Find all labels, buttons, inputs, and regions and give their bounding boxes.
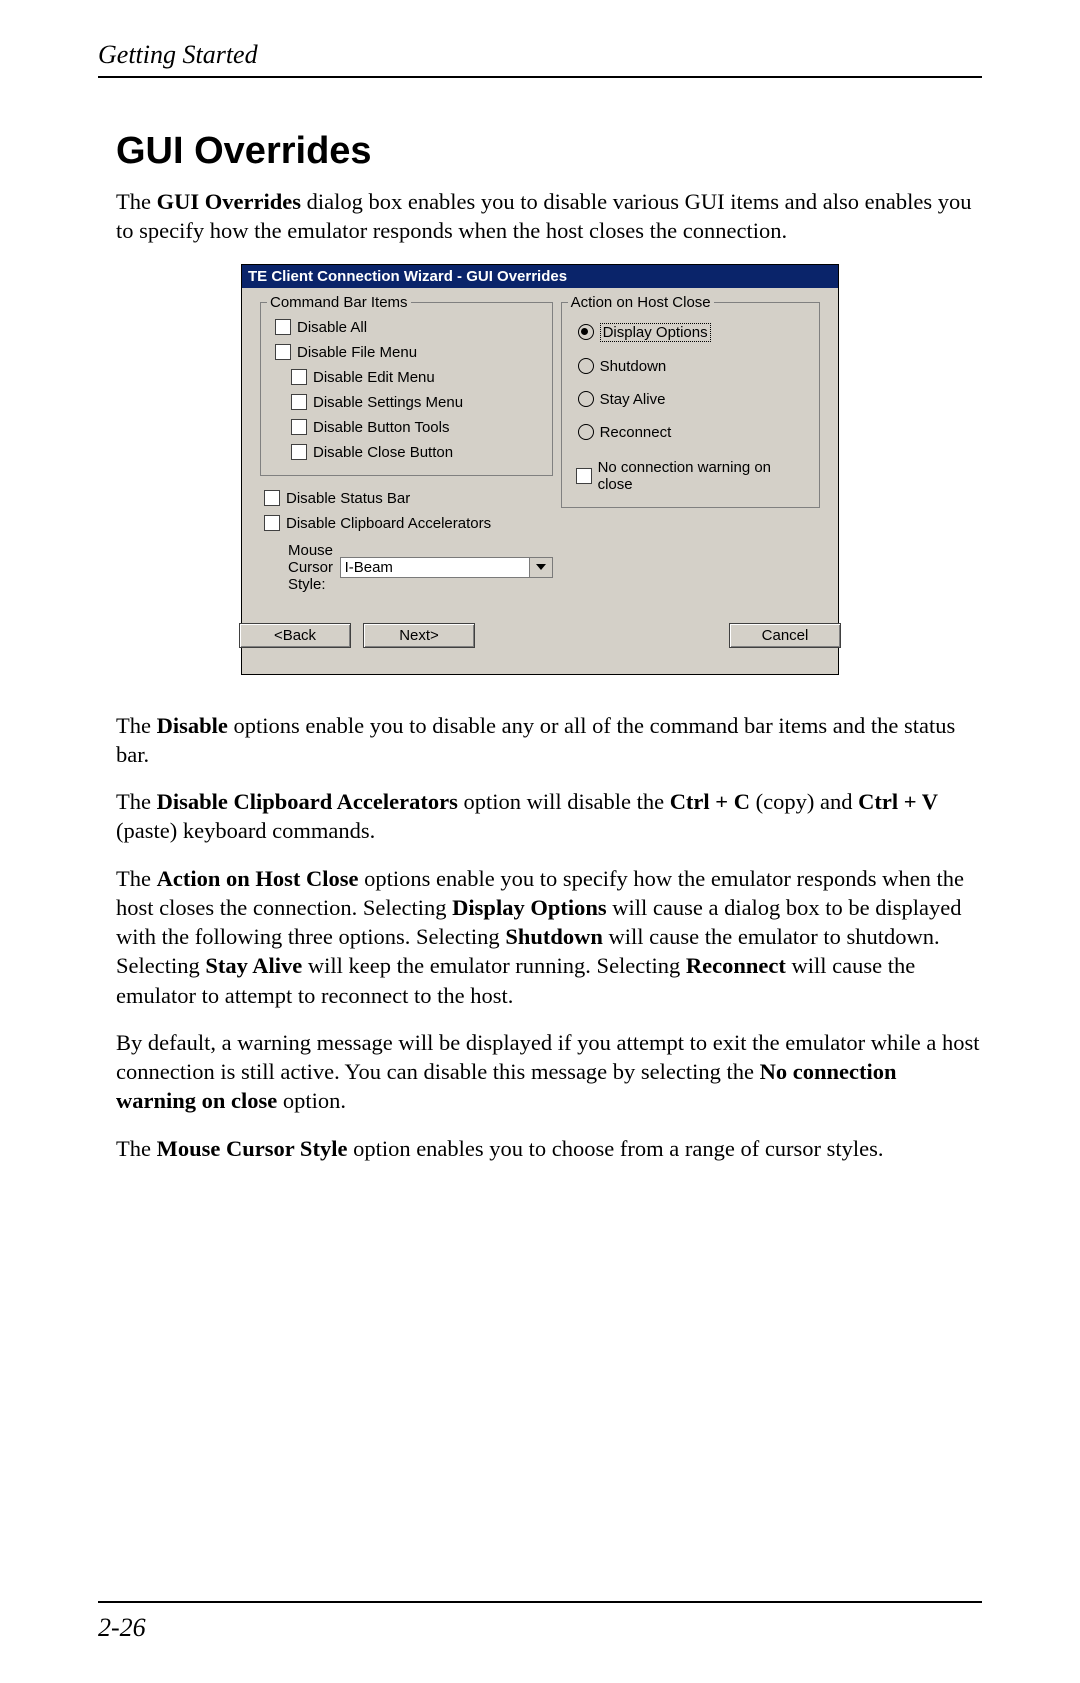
dialog-titlebar: TE Client Connection Wizard - GUI Overri…: [242, 265, 838, 288]
group-action-on-host-close: Action on Host Close Display Options Shu…: [561, 302, 820, 508]
cancel-button[interactable]: Cancel: [729, 623, 841, 648]
radio-label: Stay Alive: [600, 391, 666, 408]
mouse-cursor-style-combo[interactable]: I-Beam: [340, 557, 553, 578]
text: The: [116, 713, 157, 738]
text: option.: [277, 1088, 346, 1113]
text-bold: Shutdown: [505, 924, 603, 949]
radio-stay-alive[interactable]: Stay Alive: [572, 383, 809, 416]
text: option enables you to choose from a rang…: [347, 1136, 883, 1161]
mouse-cursor-style-row: Mouse Cursor Style: I-Beam: [288, 542, 553, 593]
section-title: GUI Overrides: [116, 130, 982, 173]
radio-icon: [578, 391, 594, 407]
footer-rule: [98, 1601, 982, 1603]
combo-value: I-Beam: [340, 557, 530, 578]
text-bold: Reconnect: [686, 953, 786, 978]
checkbox-label: Disable Close Button: [313, 444, 453, 461]
checkbox-disable-clipboard-accelerators[interactable]: Disable Clipboard Accelerators: [260, 511, 553, 536]
text-bold: Disable Clipboard Accelerators: [157, 789, 458, 814]
checkbox-disable-button-tools[interactable]: Disable Button Tools: [271, 415, 542, 440]
text-bold: Mouse Cursor Style: [157, 1136, 348, 1161]
mouse-cursor-style-label: Mouse Cursor Style:: [288, 542, 334, 593]
radio-icon: [578, 324, 594, 340]
dialog-body: Command Bar Items Disable All Disable Fi…: [242, 288, 838, 674]
checkbox-label: No connection warning on close: [598, 459, 809, 493]
body-paragraph: The Disable options enable you to disabl…: [116, 711, 982, 770]
checkbox-no-connection-warning[interactable]: No connection warning on close: [572, 449, 809, 497]
wizard-button-row: <Back Next> Cancel: [260, 599, 820, 666]
text-bold: Display Options: [452, 895, 606, 920]
next-button[interactable]: Next>: [363, 623, 475, 648]
text-bold: GUI Overrides: [157, 189, 301, 214]
group-command-bar-items: Command Bar Items Disable All Disable Fi…: [260, 302, 553, 476]
checkbox-disable-edit-menu[interactable]: Disable Edit Menu: [271, 365, 542, 390]
radio-label: Reconnect: [600, 424, 672, 441]
radio-label: Display Options: [600, 323, 711, 342]
page-number: 2-26: [98, 1613, 982, 1643]
checkbox-icon: [275, 319, 291, 335]
gui-overrides-dialog: TE Client Connection Wizard - GUI Overri…: [241, 264, 839, 675]
checkbox-label: Disable File Menu: [297, 344, 417, 361]
text-bold: Stay Alive: [205, 953, 302, 978]
checkbox-disable-file-menu[interactable]: Disable File Menu: [271, 340, 542, 365]
text: options enable you to disable any or all…: [116, 713, 955, 767]
checkbox-label: Disable Status Bar: [286, 490, 410, 507]
running-header: Getting Started: [98, 40, 982, 70]
header-rule: [98, 76, 982, 78]
group-legend: Command Bar Items: [267, 294, 411, 311]
chevron-down-icon: [536, 564, 546, 570]
text-bold: Ctrl + V: [858, 789, 938, 814]
text: will keep the emulator running. Selectin…: [302, 953, 686, 978]
checkbox-icon: [291, 444, 307, 460]
checkbox-icon: [576, 468, 592, 484]
back-button[interactable]: <Back: [239, 623, 351, 648]
text: (paste) keyboard commands.: [116, 818, 375, 843]
checkbox-label: Disable Settings Menu: [313, 394, 463, 411]
checkbox-disable-close-button[interactable]: Disable Close Button: [271, 440, 542, 465]
text-bold: Ctrl + C: [670, 789, 750, 814]
checkbox-label: Disable Button Tools: [313, 419, 449, 436]
checkbox-label: Disable Edit Menu: [313, 369, 435, 386]
radio-icon: [578, 424, 594, 440]
text: option will disable the: [458, 789, 670, 814]
group-legend: Action on Host Close: [568, 294, 714, 311]
body-paragraph: The Action on Host Close options enable …: [116, 864, 982, 1010]
text-bold: Action on Host Close: [157, 866, 359, 891]
intro-paragraph: The GUI Overrides dialog box enables you…: [116, 187, 982, 246]
body-paragraph: By default, a warning message will be di…: [116, 1028, 982, 1116]
checkbox-disable-all[interactable]: Disable All: [271, 315, 542, 340]
checkbox-icon: [264, 490, 280, 506]
text: The: [116, 189, 157, 214]
text: (copy) and: [750, 789, 858, 814]
checkbox-icon: [275, 344, 291, 360]
text: The: [116, 789, 157, 814]
radio-icon: [578, 358, 594, 374]
checkbox-disable-status-bar[interactable]: Disable Status Bar: [260, 486, 553, 511]
checkbox-icon: [291, 369, 307, 385]
body-paragraph: The Disable Clipboard Accelerators optio…: [116, 787, 982, 846]
text-bold: Disable: [157, 713, 228, 738]
checkbox-icon: [291, 394, 307, 410]
text: The: [116, 1136, 157, 1161]
radio-shutdown[interactable]: Shutdown: [572, 350, 809, 383]
radio-label: Shutdown: [600, 358, 667, 375]
combo-dropdown-button[interactable]: [530, 557, 553, 578]
body-paragraph: The Mouse Cursor Style option enables yo…: [116, 1134, 982, 1163]
radio-reconnect[interactable]: Reconnect: [572, 416, 809, 449]
checkbox-label: Disable All: [297, 319, 367, 336]
checkbox-icon: [291, 419, 307, 435]
radio-display-options[interactable]: Display Options: [572, 315, 809, 350]
text: The: [116, 866, 157, 891]
checkbox-disable-settings-menu[interactable]: Disable Settings Menu: [271, 390, 542, 415]
checkbox-label: Disable Clipboard Accelerators: [286, 515, 491, 532]
checkbox-icon: [264, 515, 280, 531]
